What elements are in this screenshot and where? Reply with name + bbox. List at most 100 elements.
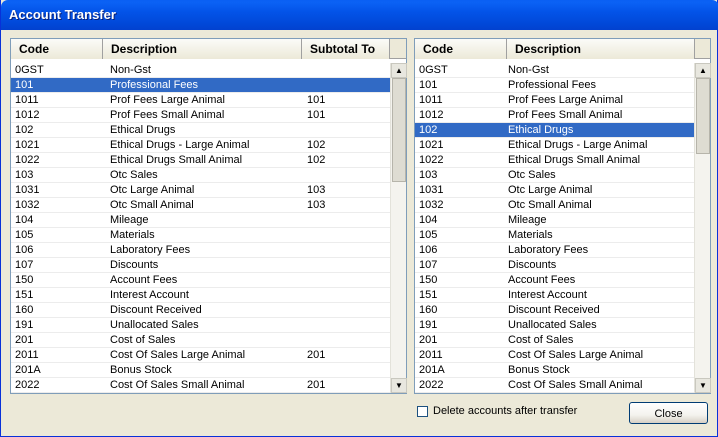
table-row[interactable]: 1011 Prof Fees Large Animal (415, 93, 695, 108)
cell-code: 2011 (419, 349, 443, 361)
cell-description: Otc Small Animal (508, 199, 592, 211)
scroll-thumb[interactable] (392, 78, 406, 182)
table-row[interactable]: 105 Materials (11, 228, 391, 243)
table-row[interactable]: 102 Ethical Drugs (11, 123, 391, 138)
table-row[interactable]: 201A Bonus Stock (415, 363, 695, 378)
table-row[interactable]: 103 Otc Sales (11, 168, 391, 183)
scroll-up-button[interactable]: ▲ (391, 63, 407, 78)
table-row[interactable]: 151 Interest Account (11, 288, 391, 303)
table-row[interactable]: 104 Mileage (11, 213, 391, 228)
table-row[interactable]: 106 Laboratory Fees (415, 243, 695, 258)
delete-after-transfer-checkbox[interactable] (417, 406, 428, 417)
table-row[interactable]: 151 Interest Account (415, 288, 695, 303)
table-row[interactable]: 201 Cost of Sales (11, 333, 391, 348)
cell-description: Cost of Sales (110, 334, 176, 346)
column-header-subtotal[interactable]: Subtotal To (302, 39, 390, 59)
cell-description: Ethical Drugs Small Animal (110, 154, 243, 166)
cell-code: 104 (419, 214, 438, 226)
column-header-description[interactable]: Description (103, 39, 302, 59)
table-row[interactable]: 2022 Cost Of Sales Small Animal (415, 378, 695, 393)
cell-description: Professional Fees (110, 79, 199, 91)
cell-description: Discount Received (110, 304, 202, 316)
cell-code: 1032 (419, 199, 444, 211)
cell-code: 0GST (419, 64, 448, 76)
cell-description: Unallocated Sales (508, 319, 597, 331)
cell-description: Non-Gst (508, 64, 549, 76)
cell-code: 201A (419, 364, 445, 376)
column-header-description[interactable]: Description (507, 39, 695, 59)
table-row[interactable]: 102 Ethical Drugs (415, 123, 695, 138)
table-row[interactable]: 0GST Non-Gst (11, 63, 391, 78)
table-row[interactable]: 160 Discount Received (415, 303, 695, 318)
cell-description: Discounts (110, 259, 159, 271)
table-row[interactable]: 103 Otc Sales (415, 168, 695, 183)
table-row[interactable]: 107 Discounts (415, 258, 695, 273)
cell-code: 0GST (15, 64, 44, 76)
cell-subtotal: 102 (307, 154, 326, 166)
close-button[interactable]: Close (629, 402, 708, 424)
title-bar[interactable]: Account Transfer (1, 0, 718, 30)
column-header-code[interactable]: Code (415, 39, 507, 59)
table-row[interactable]: 191 Unallocated Sales (415, 318, 695, 333)
cell-code: 1021 (419, 139, 444, 151)
table-row[interactable]: 150 Account Fees (11, 273, 391, 288)
triangle-down-icon: ▼ (395, 381, 403, 390)
table-row[interactable]: 2011 Cost Of Sales Large Animal (415, 348, 695, 363)
table-row[interactable]: 1012 Prof Fees Small Animal (415, 108, 695, 123)
table-row[interactable]: 2022 Cost Of Sales Small Animal 201 (11, 378, 391, 393)
table-row[interactable]: 107 Discounts (11, 258, 391, 273)
cell-description: Ethical Drugs (508, 124, 574, 136)
table-row[interactable]: 1021 Ethical Drugs - Large Animal (415, 138, 695, 153)
cell-code: 150 (15, 274, 34, 286)
cell-description: Cost Of Sales Large Animal (110, 349, 246, 361)
table-row[interactable]: 1032 Otc Small Animal 103 (11, 198, 391, 213)
cell-code: 160 (15, 304, 34, 316)
cell-subtotal: 103 (307, 199, 326, 211)
table-row[interactable]: 1032 Otc Small Animal (415, 198, 695, 213)
scroll-down-button[interactable]: ▼ (695, 378, 711, 393)
scroll-up-button[interactable]: ▲ (695, 63, 711, 78)
triangle-down-icon: ▼ (699, 381, 707, 390)
table-row[interactable]: 1011 Prof Fees Large Animal 101 (11, 93, 391, 108)
destination-list-scrollbar[interactable]: ▲ ▼ (694, 63, 711, 393)
source-account-list[interactable]: Code Description Subtotal To 0GST Non-Gst… (10, 38, 407, 394)
table-row[interactable]: 1012 Prof Fees Small Animal 101 (11, 108, 391, 123)
table-row[interactable]: 0GST Non-Gst (415, 63, 695, 78)
delete-after-transfer-label[interactable]: Delete accounts after transfer (433, 405, 577, 417)
table-row[interactable]: 191 Unallocated Sales (11, 318, 391, 333)
table-row[interactable]: 201 Cost of Sales (415, 333, 695, 348)
table-row[interactable]: 150 Account Fees (415, 273, 695, 288)
table-row[interactable]: 101 Professional Fees (11, 78, 391, 93)
table-row[interactable]: 1031 Otc Large Animal 103 (11, 183, 391, 198)
cell-code: 191 (15, 319, 34, 331)
column-header-code[interactable]: Code (11, 39, 103, 59)
table-row[interactable]: 160 Discount Received (11, 303, 391, 318)
table-row[interactable]: 1022 Ethical Drugs Small Animal (415, 153, 695, 168)
cell-description: Cost Of Sales Small Animal (110, 379, 245, 391)
cell-description: Ethical Drugs - Large Animal (110, 139, 250, 151)
cell-code: 1012 (15, 109, 40, 121)
cell-code: 2022 (15, 379, 40, 391)
cell-description: Otc Large Animal (508, 184, 593, 196)
cell-description: Laboratory Fees (508, 244, 589, 256)
cell-description: Interest Account (508, 289, 587, 301)
table-row[interactable]: 1031 Otc Large Animal (415, 183, 695, 198)
table-row[interactable]: 101 Professional Fees (415, 78, 695, 93)
cell-code: 1011 (419, 94, 443, 106)
source-list-scrollbar[interactable]: ▲ ▼ (390, 63, 407, 393)
table-row[interactable]: 1021 Ethical Drugs - Large Animal 102 (11, 138, 391, 153)
table-row[interactable]: 1022 Ethical Drugs Small Animal 102 (11, 153, 391, 168)
cell-code: 107 (419, 259, 438, 271)
table-row[interactable]: 106 Laboratory Fees (11, 243, 391, 258)
table-row[interactable]: 2011 Cost Of Sales Large Animal 201 (11, 348, 391, 363)
cell-code: 1022 (15, 154, 40, 166)
table-row[interactable]: 104 Mileage (415, 213, 695, 228)
destination-account-list[interactable]: Code Description 0GST Non-Gst 101 Professio… (414, 38, 711, 394)
cell-code: 191 (419, 319, 438, 331)
cell-description: Laboratory Fees (110, 244, 191, 256)
scroll-down-button[interactable]: ▼ (391, 378, 407, 393)
table-row[interactable]: 201A Bonus Stock (11, 363, 391, 378)
table-row[interactable]: 105 Materials (415, 228, 695, 243)
cell-code: 160 (419, 304, 438, 316)
scroll-thumb[interactable] (696, 78, 710, 154)
